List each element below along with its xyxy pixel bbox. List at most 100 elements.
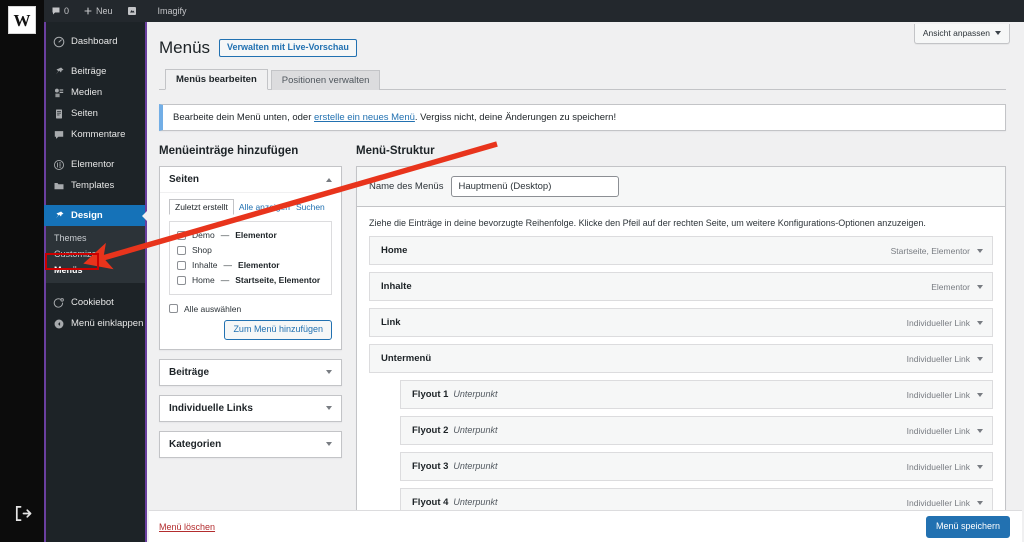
menu-item-type: Individueller Link — [906, 425, 970, 436]
chevron-up-icon — [326, 177, 332, 182]
comment-bubble-icon — [52, 128, 65, 141]
menu-item-type: Individueller Link — [906, 389, 970, 400]
wordpress-favicon[interactable]: W — [8, 6, 36, 34]
list-item[interactable]: Demo — Elementor — [177, 228, 324, 243]
list-item[interactable]: Shop — [177, 243, 324, 258]
table-row[interactable]: Flyout 3 Unterpunkt Individueller Link — [400, 452, 993, 482]
menu-item-type: Individueller Link — [906, 497, 970, 508]
accordion-individuelle-links-header[interactable]: Individuelle Links — [160, 396, 341, 421]
sidebar-item-design[interactable]: Design — [44, 205, 147, 226]
chevron-down-icon[interactable] — [977, 428, 983, 433]
tab-zuletzt-erstellt[interactable]: Zuletzt erstellt — [169, 199, 234, 216]
sidebar-item-label: Kommentare — [71, 129, 126, 140]
checkbox[interactable] — [169, 304, 178, 314]
menu-item-type: Individueller Link — [906, 461, 970, 472]
sidebar-item-templates[interactable]: Templates — [44, 175, 145, 196]
table-row[interactable]: Untermenü Individueller Link — [369, 344, 993, 374]
sidebar-item-kommentare[interactable]: Kommentare — [44, 124, 145, 145]
browser-sidebar-rail: W — [0, 0, 44, 542]
chevron-down-icon[interactable] — [977, 248, 983, 253]
table-row[interactable]: Link Individueller Link — [369, 308, 993, 338]
table-row[interactable]: Flyout 1 Unterpunkt Individueller Link — [400, 380, 993, 410]
table-row[interactable]: Flyout 2 Unterpunkt Individueller Link — [400, 416, 993, 446]
sidebar-subitem-themes[interactable]: Themes — [44, 230, 145, 246]
sidebar-item-collapse[interactable]: Menü einklappen — [44, 313, 145, 334]
sidebar-item-dashboard[interactable]: Dashboard — [44, 31, 145, 52]
menu-item-meta: Individueller Link — [907, 354, 983, 364]
menu-item-title: Home — [381, 245, 408, 257]
menu-item-subtitle: Unterpunkt — [453, 461, 498, 472]
admin-bar-imagify[interactable] — [120, 0, 144, 22]
menu-item-meta: Individueller Link — [907, 462, 983, 472]
screen-options-label: Ansicht anpassen — [922, 28, 990, 38]
list-item[interactable]: Home — Startseite, Elementor — [177, 273, 324, 288]
page-icon — [52, 107, 65, 120]
admin-bar-comments[interactable]: 0 — [44, 0, 76, 22]
accordion-beitraege-header[interactable]: Beiträge — [160, 360, 341, 385]
chevron-down-icon[interactable] — [977, 284, 983, 289]
screenshot-root: W 0 Neu Imagify Dashboard Beiträge Medie… — [0, 0, 1024, 542]
menu-structure-heading: Menü-Struktur — [356, 145, 435, 158]
logout-icon[interactable] — [13, 504, 32, 523]
menu-item-title: Untermenü — [381, 353, 432, 365]
sidebar-item-label: Design — [71, 210, 103, 221]
checkbox[interactable] — [177, 245, 186, 255]
accordion-seiten-header[interactable]: Seiten — [160, 167, 341, 194]
cookiebot-icon — [52, 296, 65, 309]
menu-item-title: Flyout 2 — [412, 425, 449, 437]
page-name: Home — [192, 274, 215, 285]
accordion-kategorien-header[interactable]: Kategorien — [160, 432, 341, 457]
tab-positionen-verwalten[interactable]: Positionen verwalten — [270, 69, 381, 91]
screen-options-button[interactable]: Ansicht anpassen — [913, 24, 1010, 44]
admin-bar-new[interactable]: Neu — [76, 0, 120, 22]
tab-alle-anzeigen[interactable]: Alle anzeigen — [239, 202, 290, 212]
page-separator: — — [220, 230, 230, 241]
menu-item-subtitle: Unterpunkt — [453, 425, 498, 436]
page-title: Menüs — [159, 38, 211, 57]
chevron-down-icon[interactable] — [977, 356, 983, 361]
chevron-down-icon[interactable] — [977, 500, 983, 505]
accordion-title: Kategorien — [169, 438, 222, 450]
checkbox[interactable] — [177, 231, 186, 241]
tab-menus-bearbeiten[interactable]: Menüs bearbeiten — [165, 68, 268, 91]
add-to-menu-button[interactable]: Zum Menü hinzufügen — [224, 319, 332, 340]
tab-suchen[interactable]: Suchen — [296, 202, 325, 212]
sidebar-item-elementor[interactable]: Elementor — [44, 154, 145, 175]
sidebar-item-medien[interactable]: Medien — [44, 82, 145, 103]
sidebar-item-cookiebot[interactable]: Cookiebot — [44, 292, 145, 313]
chevron-down-icon — [326, 442, 332, 447]
sidebar-item-seiten[interactable]: Seiten — [44, 103, 145, 124]
sidebar-subitem-customizer[interactable]: Customizer — [44, 246, 145, 262]
page-name: Demo — [192, 230, 215, 241]
notice-text-before: Bearbeite dein Menü unten, oder — [173, 112, 315, 124]
list-item[interactable]: Inhalte — Elementor — [177, 258, 324, 273]
menu-item-meta: Individueller Link — [907, 390, 983, 400]
admin-bar-site-name[interactable]: Imagify — [158, 0, 194, 22]
chevron-down-icon[interactable] — [977, 392, 983, 397]
page-separator: — — [220, 274, 230, 285]
checkbox[interactable] — [177, 260, 186, 270]
create-new-menu-link[interactable]: erstelle ein neues Menü — [314, 112, 415, 123]
menu-spacer — [44, 52, 145, 61]
menu-name-input[interactable] — [451, 176, 620, 198]
chevron-down-icon[interactable] — [977, 320, 983, 325]
save-menu-button[interactable]: Menü speichern — [925, 515, 1010, 538]
sidebar-item-beitraege[interactable]: Beiträge — [44, 61, 145, 82]
sidebar-subitem-menus[interactable]: Menüs — [44, 262, 145, 278]
checkbox[interactable] — [177, 275, 186, 285]
menu-management-columns: Menüeinträge hinzufügen Seiten Zuletzt e… — [159, 145, 1006, 540]
admin-wrap: Menüs Verwalten mit Live-Vorschau Menüs … — [149, 22, 1022, 540]
design-submenu: Themes Customizer Menüs — [44, 226, 145, 283]
sidebar-item-label: Menü einklappen — [71, 318, 144, 329]
accordion-beitraege: Beiträge — [159, 358, 342, 386]
select-all-label: Alle auswählen — [184, 303, 242, 314]
sidebar-item-label: Cookiebot — [71, 297, 114, 308]
select-all-row[interactable]: Alle auswählen — [169, 304, 332, 314]
menu-item-subtitle: Unterpunkt — [453, 389, 498, 400]
delete-menu-link[interactable]: Menü löschen — [159, 522, 215, 532]
live-preview-button[interactable]: Verwalten mit Live-Vorschau — [219, 39, 357, 58]
chevron-down-icon[interactable] — [977, 464, 983, 469]
notice-text-after: . Vergiss nicht, deine Änderungen zu spe… — [414, 112, 617, 124]
table-row[interactable]: Home Startseite, Elementor — [369, 236, 993, 266]
table-row[interactable]: Inhalte Elementor — [369, 272, 993, 302]
